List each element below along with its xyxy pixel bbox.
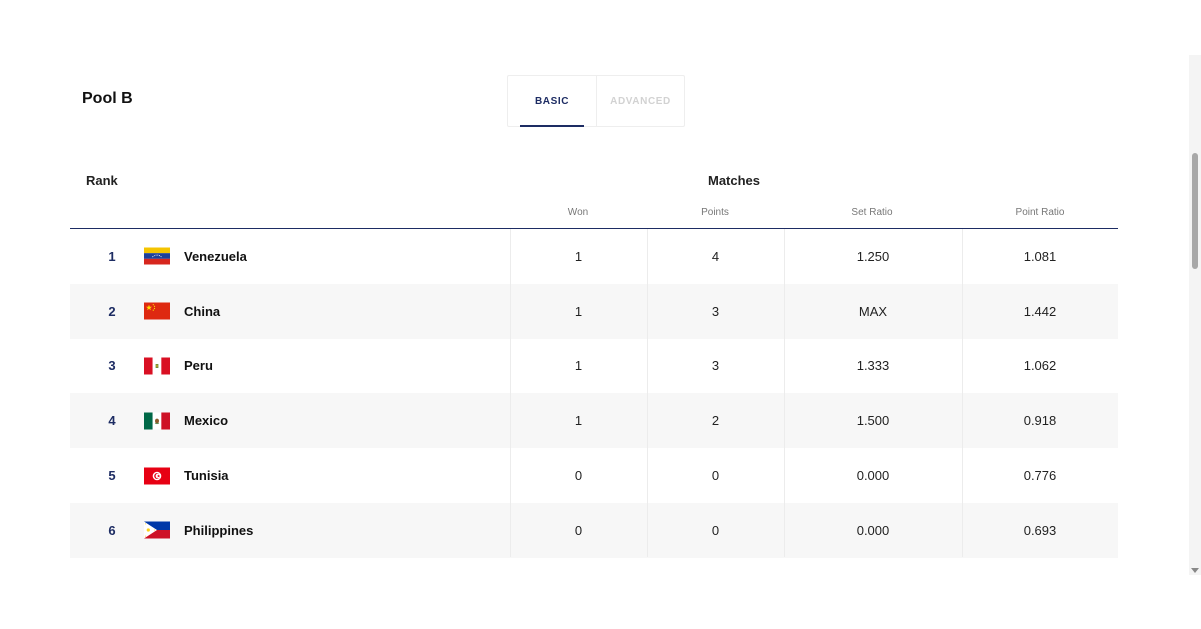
set-ratio-cell: MAX (858, 303, 888, 319)
table-row[interactable]: 1 Venezuela 1 4 1.250 1.081 (70, 229, 1118, 284)
table-row[interactable]: 4 Mexico 1 2 1.500 0.918 (70, 393, 1118, 449)
tab-basic[interactable]: BASIC (508, 76, 596, 127)
scroll-down-arrow-icon[interactable] (1191, 568, 1199, 573)
point-ratio-cell: 0.776 (1023, 468, 1057, 484)
venezuela-flag-icon (144, 247, 170, 265)
team-name[interactable]: Venezuela (184, 229, 247, 284)
points-cell: 0 (711, 522, 720, 538)
vertical-scrollbar[interactable] (1189, 55, 1201, 575)
standings-table: 1 Venezuela 1 4 1.250 1.081 2 China 1 3 … (70, 229, 1118, 558)
table-row[interactable]: 5 Tunisia 0 0 0.000 0.776 (70, 448, 1118, 503)
matches-header: Matches (708, 173, 761, 188)
points-cell: 4 (711, 248, 720, 264)
team-name[interactable]: Tunisia (184, 448, 229, 503)
set-ratio-cell: 1.500 (856, 413, 890, 429)
won-cell: 1 (574, 358, 583, 374)
won-cell: 1 (574, 303, 583, 319)
set-ratio-cell: 0.000 (856, 468, 890, 484)
pool-title: Pool B (82, 90, 133, 107)
table-row[interactable]: 6 Philippines 0 0 0.000 0.693 (70, 502, 1118, 558)
point-ratio-cell: 1.081 (1023, 248, 1057, 264)
peru-flag-icon (144, 357, 170, 375)
rank-cell: 4 (108, 413, 116, 429)
column-divider (510, 229, 511, 557)
rank-cell: 3 (108, 358, 116, 374)
column-divider (962, 229, 963, 557)
won-cell: 0 (574, 522, 583, 538)
points-column-header: Points (701, 207, 729, 218)
table-row[interactable]: 3 Peru 1 3 1.333 1.062 (70, 339, 1118, 394)
point-ratio-column-header: Point Ratio (1015, 207, 1065, 218)
point-ratio-cell: 0.918 (1023, 413, 1057, 429)
column-divider (647, 229, 648, 557)
column-divider (784, 229, 785, 557)
rank-header: Rank (86, 173, 118, 188)
set-ratio-cell: 1.333 (856, 358, 890, 374)
points-cell: 2 (711, 413, 720, 429)
tab-advanced[interactable]: ADVANCED (596, 76, 684, 126)
scrollbar-thumb[interactable] (1192, 153, 1198, 269)
china-flag-icon (144, 302, 170, 320)
tunisia-flag-icon (144, 467, 170, 485)
rank-cell: 5 (108, 468, 116, 484)
won-column-header: Won (567, 207, 589, 218)
team-name[interactable]: Philippines (184, 503, 253, 558)
points-cell: 3 (711, 303, 720, 319)
view-tabs: BASIC ADVANCED (507, 75, 685, 127)
rank-cell: 1 (108, 248, 116, 264)
rank-cell: 6 (108, 522, 116, 538)
points-cell: 3 (711, 358, 720, 374)
point-ratio-cell: 1.442 (1023, 303, 1057, 319)
rank-cell: 2 (108, 303, 116, 319)
set-ratio-cell: 1.250 (856, 248, 890, 264)
table-row[interactable]: 2 China 1 3 MAX 1.442 (70, 283, 1118, 339)
point-ratio-cell: 1.062 (1023, 358, 1057, 374)
won-cell: 1 (574, 413, 583, 429)
team-name[interactable]: China (184, 284, 220, 339)
team-name[interactable]: Peru (184, 339, 213, 394)
set-ratio-column-header: Set Ratio (851, 207, 893, 218)
set-ratio-cell: 0.000 (856, 522, 890, 538)
philippines-flag-icon (144, 521, 170, 539)
point-ratio-cell: 0.693 (1023, 522, 1057, 538)
won-cell: 0 (574, 468, 583, 484)
won-cell: 1 (574, 248, 583, 264)
mexico-flag-icon (144, 412, 170, 430)
points-cell: 0 (711, 468, 720, 484)
team-name[interactable]: Mexico (184, 393, 228, 448)
